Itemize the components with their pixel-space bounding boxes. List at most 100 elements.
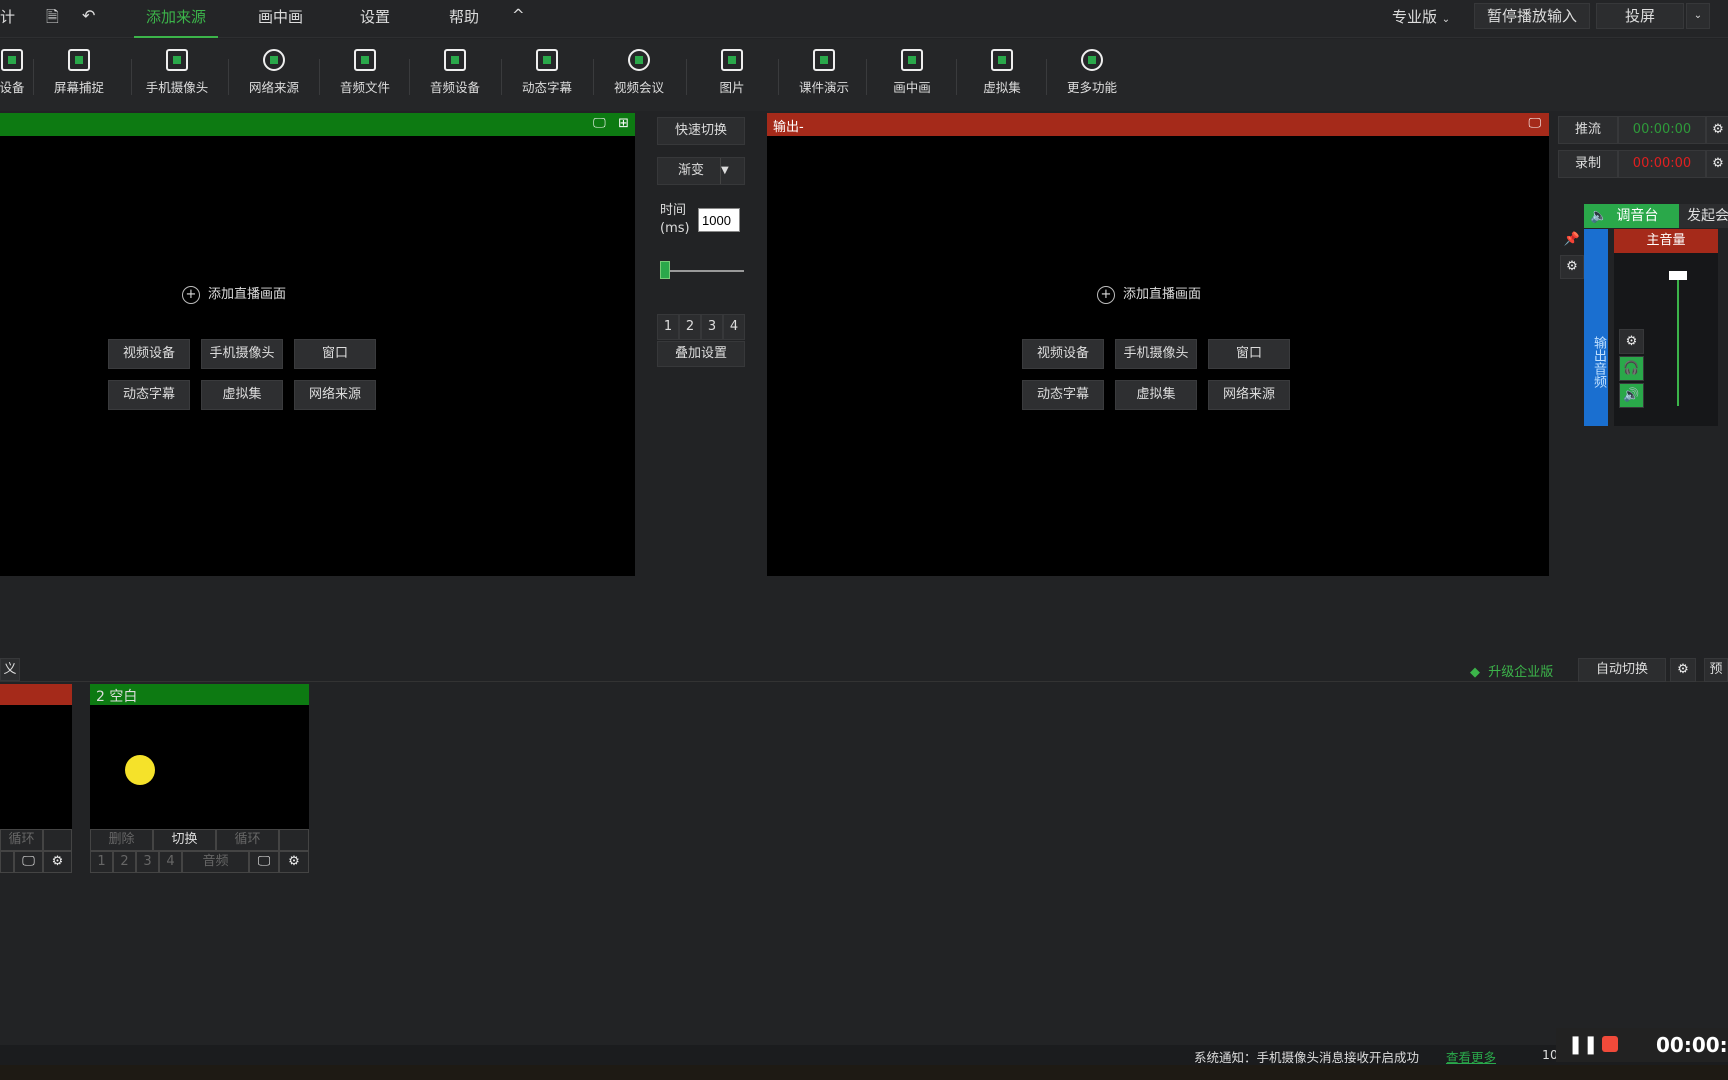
quick-source-button[interactable]: 动态字幕 <box>1022 380 1104 410</box>
layer-2[interactable]: 2 <box>113 851 136 873</box>
switch-button[interactable]: 切换 <box>153 829 216 851</box>
scene-card-2[interactable]: 2 空白 删除 切换 循环 1 2 3 4 音频 🖵 ⚙ <box>90 684 309 873</box>
add-live-scene[interactable]: + 添加直播画面 <box>182 283 286 304</box>
toolbar-item[interactable]: 音频文件 <box>323 49 407 96</box>
slider-handle[interactable] <box>660 261 670 279</box>
scene-button[interactable] <box>0 851 14 873</box>
loop-button[interactable]: 循环 <box>216 829 279 851</box>
auto-switch-button[interactable]: 自动切换 <box>1578 658 1666 682</box>
tab-help[interactable]: 帮助 <box>449 6 479 27</box>
monitor-icon[interactable]: 🖵 <box>14 851 43 873</box>
quick-source-button[interactable]: 网络来源 <box>1208 380 1290 410</box>
headphones-icon[interactable]: 🎧 <box>1619 356 1644 381</box>
quick-source-button[interactable]: 视频设备 <box>108 339 190 369</box>
pause-icon[interactable]: ❚❚ <box>1568 1034 1598 1055</box>
toolbar-item[interactable]: 画中画 <box>870 49 954 96</box>
menu-partial[interactable]: 计 <box>0 6 15 27</box>
time-input[interactable] <box>698 208 740 232</box>
delete-button[interactable]: 删除 <box>90 829 153 851</box>
toolbar-label: 设备 <box>0 80 25 95</box>
cast-dropdown-icon[interactable]: ⌄ <box>1686 3 1710 29</box>
scene-card-1[interactable]: 循环 🖵 ⚙ <box>0 684 72 873</box>
toolbar-item[interactable]: 虚拟集 <box>960 49 1044 96</box>
quick-source-button[interactable]: 手机摄像头 <box>201 339 283 369</box>
gear-icon[interactable]: ⚙ <box>279 851 309 873</box>
quick-switch-button[interactable]: 快速切换 <box>657 117 745 145</box>
undo-icon[interactable]: ↶ <box>82 6 95 25</box>
layer-1[interactable]: 1 <box>90 851 113 873</box>
toolbar-item[interactable]: 音频设备 <box>413 49 497 96</box>
dropdown-icon: ▼ <box>720 158 744 184</box>
pause-input-button[interactable]: 暂停播放输入 <box>1474 3 1590 29</box>
monitor-icon[interactable]: 🖵 <box>249 851 279 873</box>
master-fader: ⚙ 🎧 🔊 <box>1614 253 1718 426</box>
quick-source-button[interactable]: 视频设备 <box>1022 339 1104 369</box>
gear-icon[interactable]: ⚙ <box>43 851 72 873</box>
gear-icon[interactable]: ⚙ <box>1706 150 1728 178</box>
preview-panel[interactable]: 🖵 ⊞ + 添加直播画面 视频设备 手机摄像头 窗口动态字幕 虚拟集 网络来源 <box>0 113 635 576</box>
gear-icon[interactable]: ⚙ <box>1560 255 1584 279</box>
layer-button[interactable]: 4 <box>723 314 745 340</box>
loop-button[interactable]: 循环 <box>0 829 43 851</box>
toolbar-item[interactable]: 屏幕捕捉 <box>37 49 121 96</box>
layer-button[interactable]: 1 <box>657 314 679 340</box>
gear-icon[interactable]: ⚙ <box>1670 658 1696 682</box>
plus-icon: + <box>1097 286 1115 304</box>
layer-4[interactable]: 4 <box>159 851 182 873</box>
toolbar-item[interactable]: 动态字幕 <box>505 49 589 96</box>
edition-select[interactable]: 专业版 ⌄ <box>1392 6 1450 27</box>
layer-3[interactable]: 3 <box>136 851 159 873</box>
toolbar-item[interactable]: 视频会议 <box>597 49 681 96</box>
pin-icon[interactable]: 📌 <box>1560 229 1584 253</box>
gear-icon[interactable]: ⚙ <box>1619 329 1644 354</box>
tab-pip[interactable]: 画中画 <box>258 6 303 27</box>
toolbar-item[interactable]: 网络来源 <box>232 49 316 96</box>
divider <box>1046 59 1047 95</box>
scene-tab-partial[interactable]: 义 <box>0 658 20 681</box>
save-icon[interactable]: 🗎 <box>46 6 59 33</box>
upgrade-link[interactable]: ◆ 升级企业版 <box>1470 661 1553 680</box>
collapse-icon[interactable]: ^ <box>512 6 525 24</box>
output-panel[interactable]: 输出- 🖵 + 添加直播画面 视频设备 手机摄像头 窗口 动态字幕 虚拟集 网络来源 <box>767 113 1549 576</box>
layer-button[interactable]: 3 <box>701 314 723 340</box>
menu-bar: 计 🗎 ↶ 添加来源 画中画 设置 帮助 ^ 专业版 ⌄ 暂停播放输入 投屏 ⌄ <box>0 0 1728 38</box>
master-volume-label: 主音量 <box>1614 229 1718 253</box>
stop-icon[interactable] <box>1602 1036 1618 1052</box>
push-time: 00:00:00 <box>1618 116 1706 144</box>
transition-slider[interactable] <box>660 261 744 279</box>
layer-button[interactable]: 2 <box>679 314 701 340</box>
tab-settings[interactable]: 设置 <box>360 6 390 27</box>
fader-handle[interactable] <box>1669 271 1687 280</box>
record-label: 录制 <box>1558 150 1618 178</box>
tab-meeting[interactable]: 发起会 <box>1679 204 1728 228</box>
cast-button[interactable]: 投屏 <box>1596 3 1684 29</box>
view-more-link[interactable]: 查看更多 <box>1446 1047 1496 1066</box>
source-toolbar: 设备 屏幕捕捉 手机摄像头 网络来源 音频文件 音频设备 动态字幕 视频会议 图片 课件演示 画中画… <box>0 39 1728 111</box>
toolbar-item[interactable]: 图片 <box>690 49 774 96</box>
audio-button[interactable]: 音频 <box>182 851 249 873</box>
toolbar-label: 虚拟集 <box>983 80 1021 95</box>
overlay-settings-button[interactable]: 叠加设置 <box>657 341 745 367</box>
grid-icon[interactable]: ⊞ <box>618 116 629 131</box>
tab-mixer[interactable]: 🔈 调音台 <box>1584 204 1679 228</box>
partial-button[interactable]: 预 <box>1704 658 1728 682</box>
effect-select[interactable]: 渐变 ▼ <box>657 157 745 185</box>
quick-source-button[interactable]: 虚拟集 <box>1115 380 1197 410</box>
scene-button[interactable] <box>279 829 309 851</box>
scene-button[interactable] <box>43 829 72 851</box>
quick-source-button[interactable]: 虚拟集 <box>201 380 283 410</box>
toolbar-item[interactable]: 更多功能 <box>1050 49 1134 96</box>
quick-source-button[interactable]: 动态字幕 <box>108 380 190 410</box>
speaker-icon[interactable]: 🔊 <box>1619 383 1644 408</box>
tab-add-source[interactable]: 添加来源 <box>134 6 219 38</box>
quick-source-button[interactable]: 窗口 <box>1208 339 1290 369</box>
toolbar-item[interactable]: 课件演示 <box>782 49 866 96</box>
monitor-icon[interactable]: 🖵 <box>593 116 606 131</box>
quick-source-button[interactable]: 网络来源 <box>294 380 376 410</box>
gear-icon[interactable]: ⚙ <box>1706 116 1728 144</box>
toolbar-item[interactable]: 手机摄像头 <box>135 49 219 96</box>
quick-source-button[interactable]: 窗口 <box>294 339 376 369</box>
monitor-icon[interactable]: 🖵 <box>1528 116 1541 131</box>
add-live-scene[interactable]: + 添加直播画面 <box>1097 283 1201 304</box>
quick-source-button[interactable]: 手机摄像头 <box>1115 339 1197 369</box>
